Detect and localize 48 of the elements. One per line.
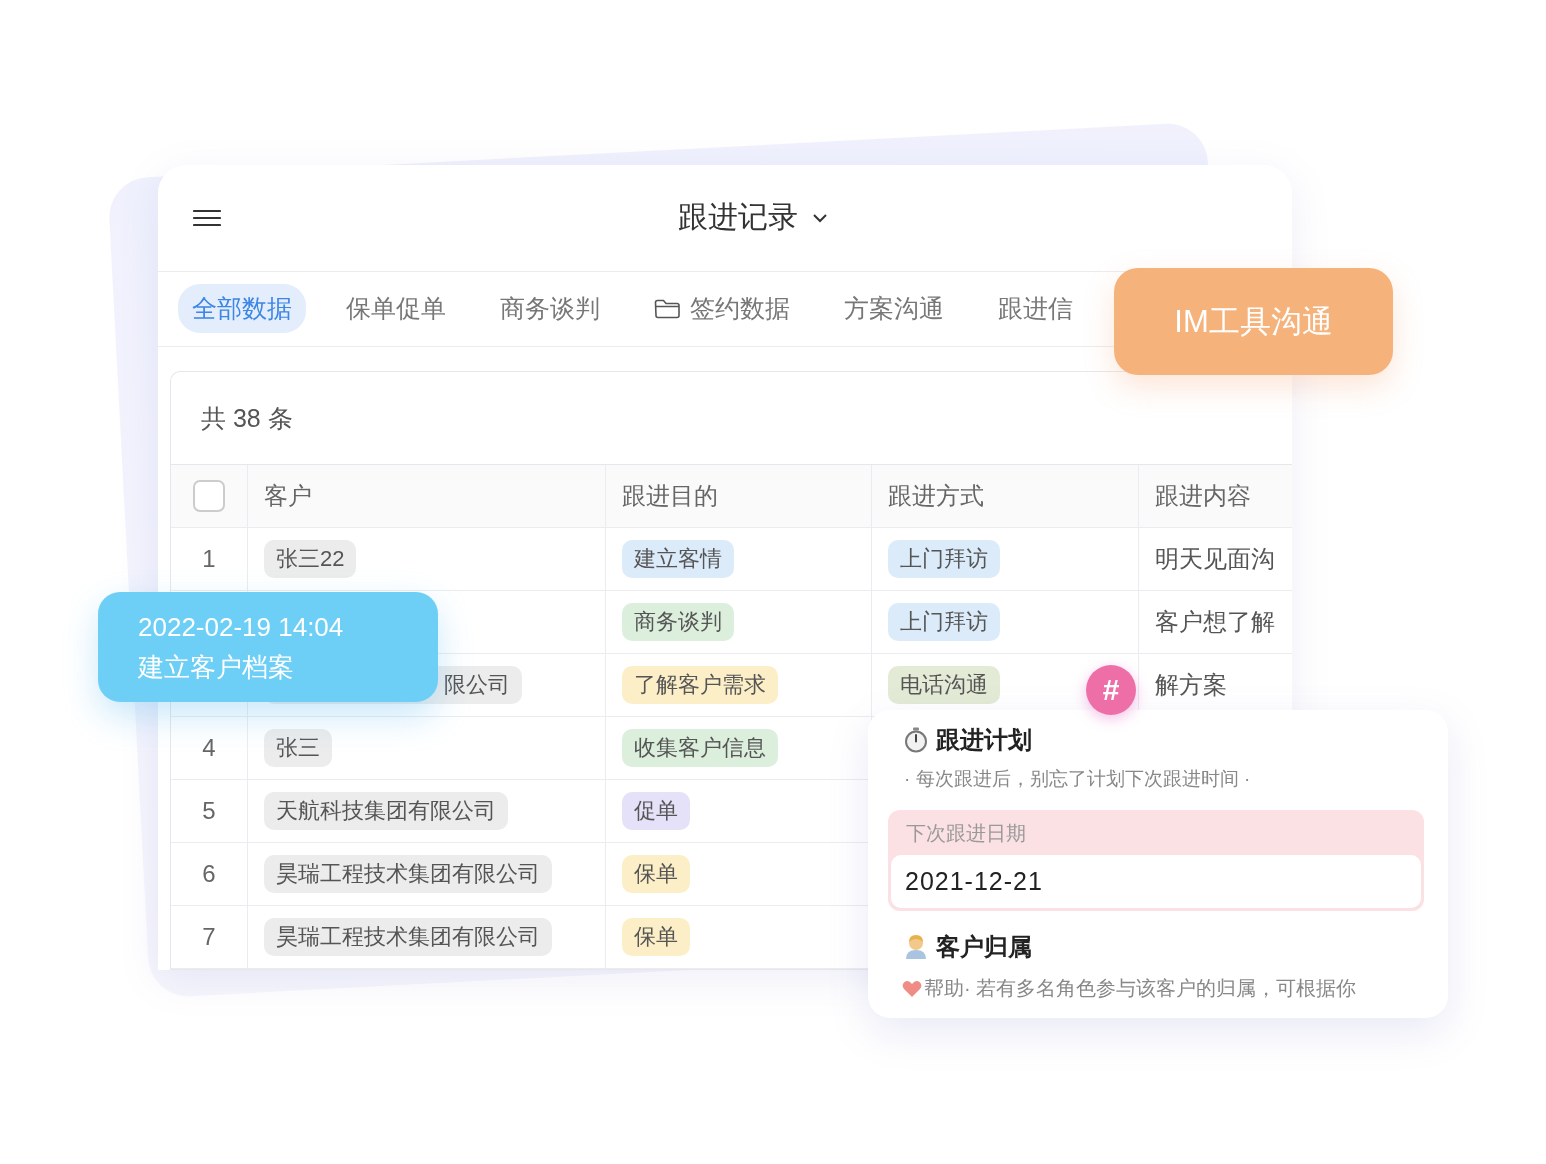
customer-tag: 天航科技集团有限公司 [264, 792, 508, 830]
menu-icon[interactable] [193, 208, 221, 227]
purpose-tag: 商务谈判 [622, 603, 734, 641]
tab[interactable]: 方案沟通 [830, 284, 958, 334]
column-header[interactable]: 跟进内容 [1155, 480, 1251, 512]
feature-badge: IM工具沟通 [1114, 268, 1393, 375]
page-title: 跟进记录 [677, 199, 798, 236]
tab[interactable]: 签约数据 [640, 284, 804, 334]
select-all-checkbox[interactable] [193, 480, 225, 512]
purpose-tag: 保单 [622, 918, 690, 956]
row-number: 1 [202, 545, 216, 573]
customer-tag: 昊瑞工程技术集团有限公司 [264, 918, 552, 956]
tab[interactable]: 保单促单 [332, 284, 460, 334]
customer-tag: 张三22 [264, 540, 357, 578]
customer-tag: 张三 [264, 729, 332, 767]
tab[interactable]: 全部数据 [178, 284, 306, 334]
stopwatch-icon [904, 727, 928, 753]
row-number: 7 [202, 923, 216, 951]
method-tag: 上门拜访 [888, 540, 1000, 578]
column-header[interactable]: 跟进方式 [888, 480, 984, 512]
section-title: 跟进计划 [936, 725, 1032, 755]
purpose-tag: 收集客户信息 [622, 729, 778, 767]
purpose-tag: 了解客户需求 [622, 666, 778, 704]
row-number: 6 [202, 860, 216, 888]
person-icon [904, 934, 928, 960]
row-number: 4 [202, 734, 216, 762]
help-text: 帮助· 若有多名角色参与该客户的归属，可根据你 [924, 976, 1357, 1001]
table-cell-text: 解方案 [1155, 670, 1227, 700]
purpose-tag: 保单 [622, 855, 690, 893]
tab[interactable]: 商务谈判 [486, 284, 614, 334]
column-header[interactable]: 客户 [264, 480, 312, 512]
heart-icon [902, 979, 922, 998]
tooltip-text: 2022-02-19 14:04 [138, 611, 345, 644]
table-cell-text: 客户想了解 [1155, 607, 1275, 637]
folder-icon [654, 298, 680, 319]
method-tag: 电话沟通 [888, 666, 1000, 704]
row-number: 5 [202, 797, 216, 825]
date-field[interactable]: 下次跟进日期 2021-12-21 [888, 810, 1424, 911]
table-cell-text: 明天见面沟 [1155, 544, 1275, 574]
column-header[interactable]: 跟进目的 [622, 480, 718, 512]
chevron-down-icon[interactable] [812, 212, 828, 223]
purpose-tag: 建立客情 [622, 540, 734, 578]
purpose-tag: 促单 [622, 792, 690, 830]
section-subtitle: · 每次跟进后，别忘了计划下次跟进时间 · [904, 767, 1252, 791]
section-title: 客户归属 [936, 932, 1032, 962]
tab[interactable]: 跟进信 [984, 284, 1087, 334]
method-tag: 上门拜访 [888, 603, 1000, 641]
customer-tag: 昊瑞工程技术集团有限公司 [264, 855, 552, 893]
